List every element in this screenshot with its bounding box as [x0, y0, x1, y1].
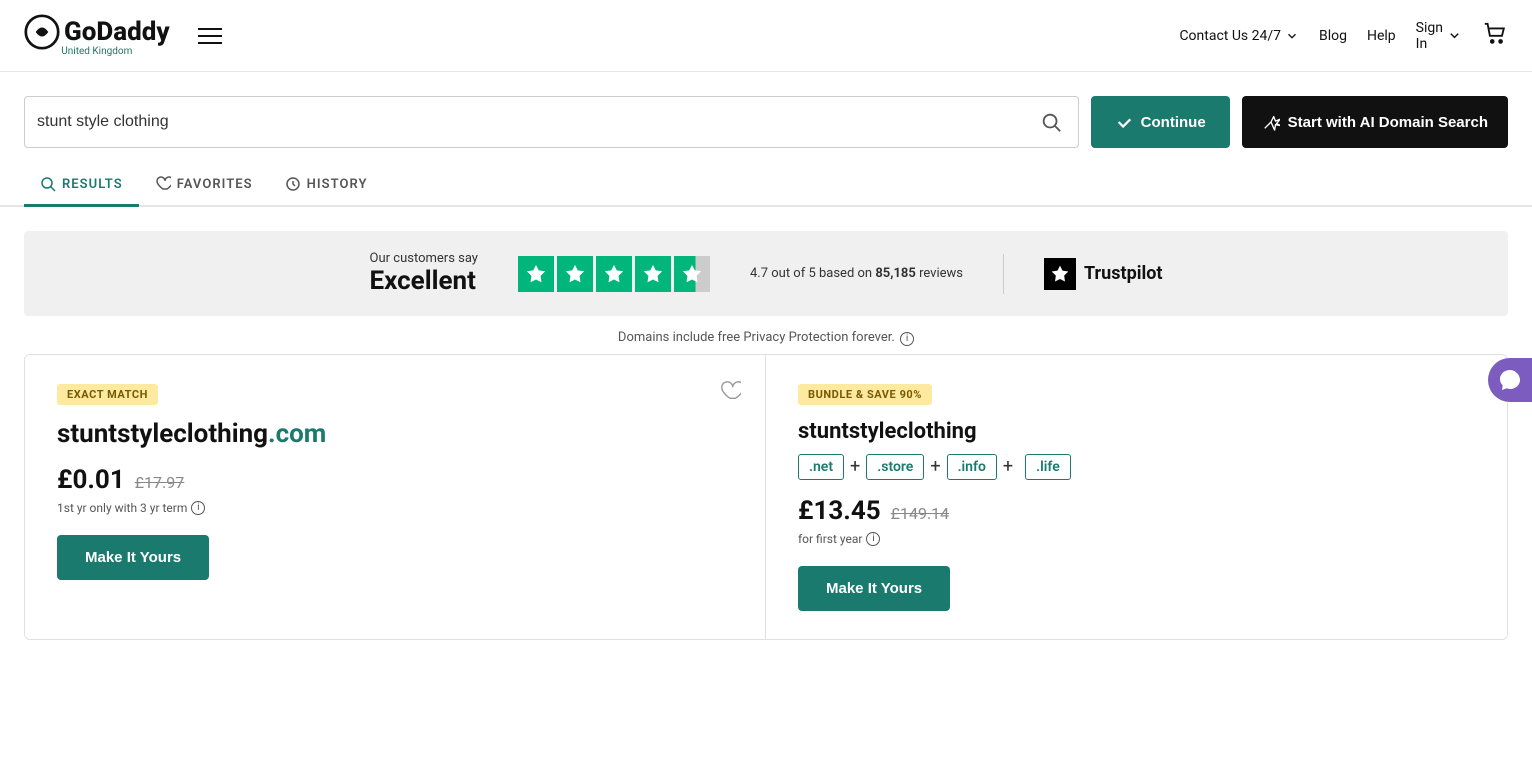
hamburger-menu[interactable] [190, 20, 230, 52]
trustpilot-score: 4.7 out of 5 based on 85,185 reviews [750, 266, 963, 281]
search-section: Continue Start with AI Domain Search [0, 72, 1532, 148]
tab-history[interactable]: HISTORY [269, 164, 384, 207]
tld-plus-2: + [930, 456, 940, 477]
tab-results[interactable]: RESULTS [24, 164, 139, 207]
logo-brand-name: GoDaddy [64, 17, 170, 47]
price-orig-2: £149.14 [891, 504, 949, 523]
favorite-button-1[interactable] [715, 375, 745, 408]
cart-button[interactable] [1482, 21, 1508, 51]
ai-chat-bubble[interactable] [1488, 358, 1532, 402]
results-grid: EXACT MATCH stuntstyleclothing.com £0.01… [24, 354, 1508, 640]
trustpilot-score-text: 4.7 out of 5 based on 85,185 reviews [750, 266, 963, 281]
tld-plus-3: + [1003, 456, 1013, 477]
tab-favorites[interactable]: FAVORITES [139, 164, 269, 207]
blog-link[interactable]: Blog [1319, 28, 1347, 44]
search-input[interactable] [37, 113, 1036, 131]
heart-icon [155, 176, 171, 192]
tld-tag-life: .life [1025, 454, 1071, 480]
header-right: Contact Us 24/7 Blog Help Sign In [1179, 20, 1508, 52]
continue-label: Continue [1141, 114, 1206, 131]
tld-tags: .net + .store + .info + .life [798, 454, 1475, 480]
tld-tag-net: .net [798, 454, 844, 480]
header-left: GoDaddy United Kingdom [24, 14, 230, 57]
make-it-yours-button-2[interactable]: Make It Yours [798, 566, 950, 611]
trustpilot-rating-word: Excellent [370, 266, 478, 296]
history-icon [285, 176, 301, 192]
star-1 [518, 256, 554, 292]
tld-plus-1: + [850, 456, 860, 477]
trustpilot-star-icon [1044, 258, 1076, 290]
result-card-bundle: BUNDLE & SAVE 90% stuntstyleclothing .ne… [766, 355, 1507, 639]
price-note-text-2: for first year [798, 532, 862, 546]
heart-outline-icon [719, 379, 741, 401]
results-icon [40, 176, 56, 192]
domain-name-1: stuntstyleclothing.com [57, 419, 733, 449]
help-link[interactable]: Help [1367, 28, 1396, 44]
tld-tag-info: .info [947, 454, 997, 480]
sign-in-button[interactable]: Sign In [1416, 20, 1462, 52]
price-orig-1: £17.97 [135, 473, 185, 492]
tab-favorites-label: FAVORITES [177, 177, 253, 192]
ai-wand-icon [1262, 113, 1280, 131]
trustpilot-stars [518, 256, 710, 292]
trustpilot-divider [1003, 254, 1004, 294]
header: GoDaddy United Kingdom Contact Us 24/7 B… [0, 0, 1532, 72]
search-box [24, 96, 1079, 148]
ai-search-button[interactable]: Start with AI Domain Search [1242, 96, 1508, 148]
star-2 [557, 256, 593, 292]
price-main-2: £13.45 [798, 496, 881, 526]
sign-in-label: Sign In [1416, 20, 1443, 52]
result-card-exact: EXACT MATCH stuntstyleclothing.com £0.01… [25, 355, 766, 639]
search-icon [1040, 111, 1062, 133]
trustpilot-logo-label: Trustpilot [1084, 263, 1162, 284]
privacy-note-text: Domains include free Privacy Protection … [618, 330, 895, 345]
continue-button[interactable]: Continue [1091, 96, 1230, 148]
privacy-note: Domains include free Privacy Protection … [0, 330, 1532, 346]
privacy-info-icon[interactable]: i [900, 332, 914, 346]
trustpilot-banner: Our customers say Excellent 4.7 out of 5… [24, 231, 1508, 316]
ai-search-label: Start with AI Domain Search [1288, 114, 1488, 131]
bundle-domain-base: stuntstyleclothing [798, 419, 977, 444]
exact-match-badge: EXACT MATCH [57, 384, 158, 405]
logo-region: United Kingdom [61, 46, 132, 57]
price-note-text-1: 1st yr only with 3 yr term [57, 501, 187, 515]
trustpilot-logo: Trustpilot [1044, 258, 1162, 290]
customers-say-label: Our customers say [370, 251, 478, 266]
chevron-down-icon [1285, 29, 1299, 43]
price-note-1: 1st yr only with 3 yr term i [57, 501, 733, 515]
logo-text: GoDaddy [24, 14, 170, 50]
godaddy-logo-icon [24, 14, 60, 50]
tld-tag-store: .store [866, 454, 924, 480]
contact-us-label: Contact Us 24/7 [1179, 28, 1281, 44]
bundle-badge: BUNDLE & SAVE 90% [798, 384, 932, 405]
star-5-half [674, 256, 710, 292]
ai-bubble-icon [1498, 368, 1522, 392]
star-4 [635, 256, 671, 292]
search-submit-button[interactable] [1036, 107, 1066, 137]
domain-base-1: stuntstyleclothing [57, 419, 268, 449]
logo[interactable]: GoDaddy United Kingdom [24, 14, 170, 57]
cart-icon [1482, 21, 1508, 47]
trustpilot-left: Our customers say Excellent [370, 251, 478, 296]
price-row-1: £0.01 £17.97 [57, 465, 733, 495]
bundle-domain-name: stuntstyleclothing [798, 419, 1475, 444]
price-info-icon-2[interactable]: i [866, 532, 880, 546]
check-icon [1115, 113, 1133, 131]
price-note-2: for first year i [798, 532, 1475, 546]
price-main-1: £0.01 [57, 465, 125, 495]
chevron-down-icon [1447, 28, 1462, 43]
star-3 [596, 256, 632, 292]
tab-results-label: RESULTS [62, 177, 123, 192]
tab-history-label: HISTORY [307, 177, 368, 192]
price-row-2: £13.45 £149.14 [798, 496, 1475, 526]
make-it-yours-button-1[interactable]: Make It Yours [57, 535, 209, 580]
search-tabs: RESULTS FAVORITES HISTORY [0, 164, 1532, 207]
domain-tld-1: .com [268, 419, 326, 449]
contact-us-link[interactable]: Contact Us 24/7 [1179, 28, 1299, 44]
price-info-icon-1[interactable]: i [191, 501, 205, 515]
